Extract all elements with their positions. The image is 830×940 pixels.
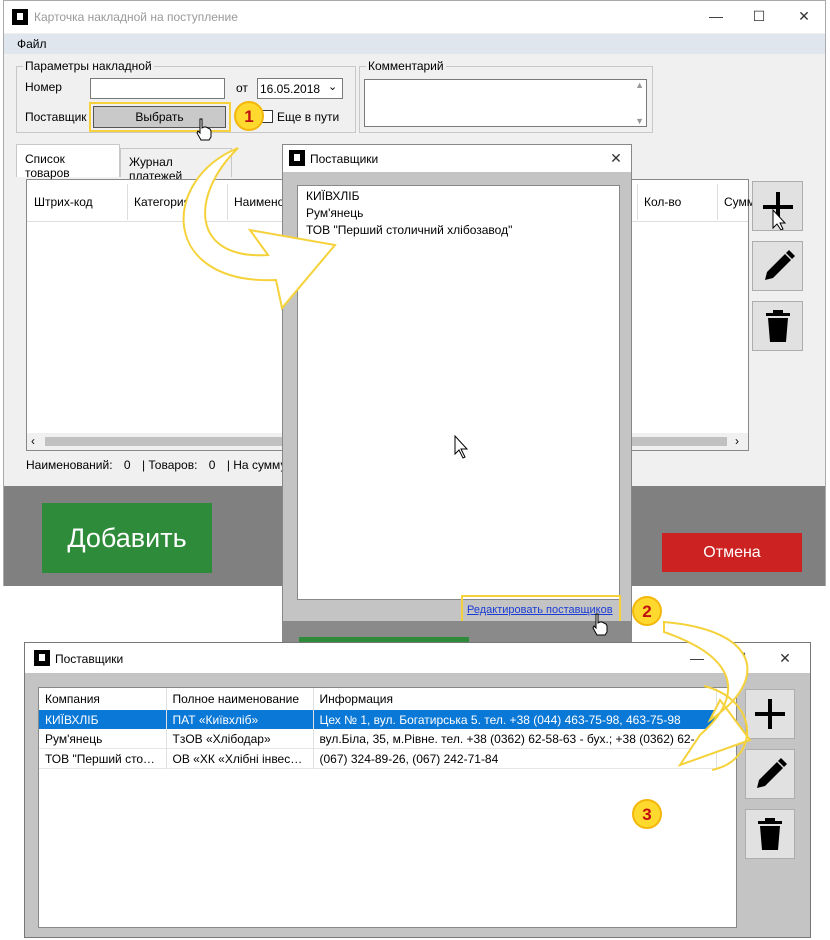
arrow-2 [663, 620, 752, 767]
arrow-1 [182, 147, 337, 311]
hand-cursor-icon [196, 118, 212, 141]
hand-cursor-icon [592, 613, 608, 636]
callout-badge: 2 [632, 596, 662, 626]
callout-badge: 3 [632, 799, 662, 829]
callout-badge: 1 [234, 101, 264, 131]
annotation-arrows [182, 147, 752, 771]
